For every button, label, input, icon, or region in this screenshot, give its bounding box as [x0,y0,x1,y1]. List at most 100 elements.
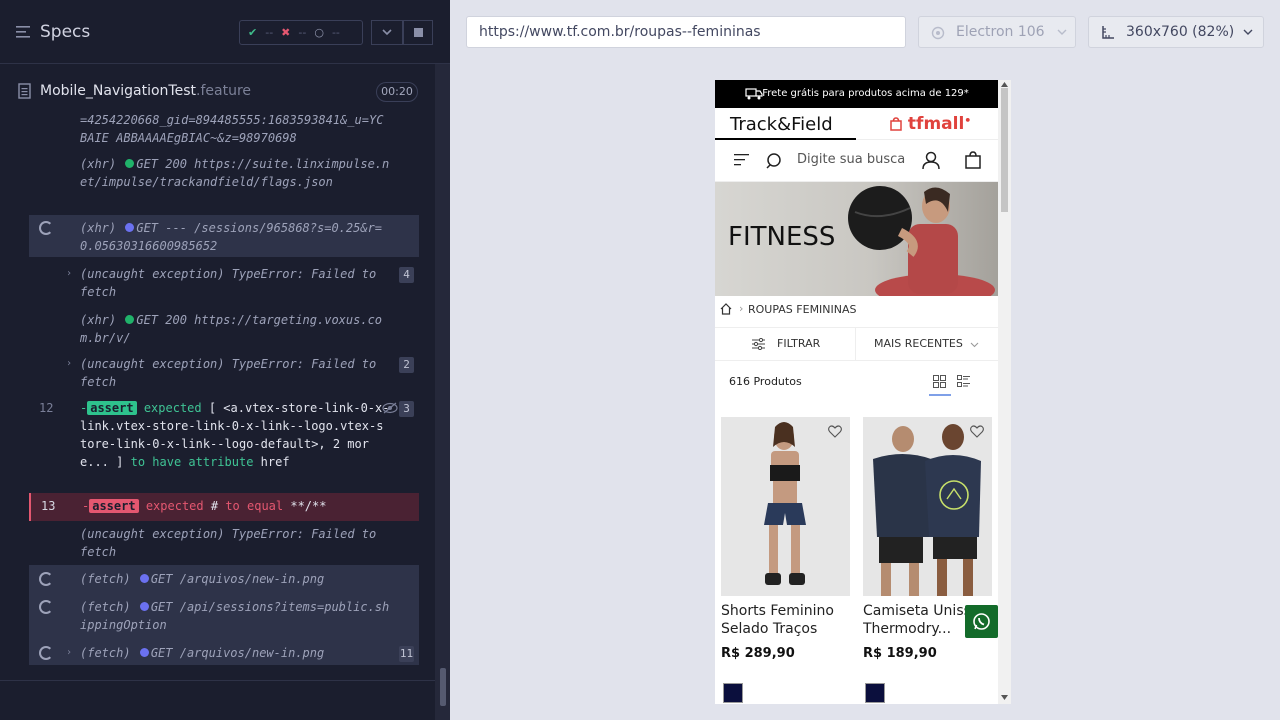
browser-selector[interactable]: Electron 106 [918,16,1076,48]
color-swatch[interactable] [865,683,885,703]
specs-title: Specs [40,22,91,42]
log-row[interactable]: (xhr) GET 200 https://targeting.voxus.co… [29,311,419,347]
log-row-failed[interactable]: 13 - assert expected # to equal **/** [29,493,419,521]
stop-button[interactable] [403,20,433,45]
toggle-auto-scroll-button[interactable] [371,20,403,45]
scrollbar-thumb[interactable] [440,668,446,706]
status-dot-icon [139,574,149,583]
log-row[interactable]: 12 - assert expected [ <a.vtex-store-link… [29,399,419,489]
log-entry: (fetch) GET /api/sessions?items=public.s… [80,598,390,634]
log-row[interactable]: › (fetch) GET /arquivos/new-in.png 11 [29,644,419,666]
command-log: =4254220668_gid=894485555:1683593841&_u=… [29,115,419,668]
spinner-icon [39,646,53,660]
log-prefix: (xhr) [80,313,117,327]
log-row[interactable]: =4254220668_gid=894485555:1683593841&_u=… [29,115,419,151]
menu-icon[interactable] [734,153,749,166]
product-image[interactable] [863,417,992,596]
log-row[interactable]: (xhr) GET --- /sessions/965868?s=0.25&r=… [29,215,419,257]
log-entry: (fetch) GET /arquivos/new-in.png [80,570,390,588]
log-text: =4254220668_gid=894485555:1683593841&_u=… [80,115,384,145]
log-prefix: (uncaught exception) [80,267,225,281]
scroll-down-arrow-icon[interactable] [1001,695,1008,700]
product-photo-tshirt [863,417,992,596]
spec-file-extension: .feature [196,83,252,99]
assert-badge: assert [87,401,137,415]
viewport-label: 360x760 (82%) [1126,24,1235,40]
log-row[interactable]: (fetch) GET /arquivos/new-in.png [29,570,419,594]
spec-duration: 00:20 [376,82,418,102]
whatsapp-button[interactable] [965,605,998,638]
spinner-icon [39,600,53,614]
log-prefix: (uncaught exception) [80,527,225,541]
spec-file-name: Mobile_NavigationTest.feature [40,83,251,99]
user-icon[interactable] [922,151,940,170]
search-icon[interactable] [766,152,784,170]
log-row[interactable]: › (uncaught exception) TypeError: Failed… [29,355,419,391]
product-price: R$ 289,90 [721,646,795,661]
cart-icon[interactable] [965,151,981,169]
spec-file-basename: Mobile_NavigationTest [40,83,197,99]
product-card[interactable]: Shorts Feminino Selado Traços R$ 289,90 [721,417,850,661]
sort-label: MAIS RECENTES [874,337,963,350]
heart-icon[interactable] [828,425,842,438]
log-count-badge: 3 [399,401,414,417]
product-image[interactable] [721,417,850,596]
home-icon[interactable] [720,303,732,315]
chevron-right-icon: › [66,358,73,369]
filter-button[interactable]: FILTRAR [715,328,856,360]
assert-matcher: to equal [225,499,284,513]
chevron-down-icon [382,29,392,36]
log-status: GET [150,600,173,614]
tab-tfmall[interactable]: tfmall• [890,114,971,134]
log-count-badge: 2 [399,357,414,373]
sort-dropdown[interactable]: MAIS RECENTES [857,328,998,360]
url-bar[interactable]: https://www.tf.com.br/roupas--femininas [466,16,906,48]
log-entry: - assert expected # to equal **/** [82,497,392,515]
divider [0,680,435,681]
product-name[interactable]: Shorts Feminino Selado Traços [721,602,850,638]
log-status: GET [150,572,173,586]
log-entry: (xhr) GET 200 https://suite.linximpulse.… [80,155,390,191]
log-number: 12 [39,401,54,415]
assert-value: **/** [290,499,327,513]
category-hero-banner[interactable]: FITNESS [715,182,998,296]
log-text: /arquivos/new-in.png [179,572,325,586]
grid-view-icon[interactable] [933,375,946,388]
color-swatch[interactable] [723,683,743,703]
log-row[interactable]: (xhr) GET 200 https://suite.linximpulse.… [29,155,419,207]
log-entry: (fetch) GET /arquivos/new-in.png [80,644,390,662]
filter-bar: FILTRAR MAIS RECENTES [715,327,998,361]
mall-dot: • [964,114,972,127]
list-view-icon[interactable] [957,375,971,388]
log-count-badge: 4 [399,267,414,283]
log-row[interactable]: › (uncaught exception) TypeError: Failed… [29,265,419,301]
chevron-right-icon: › [66,647,73,658]
tab-trackfield[interactable]: Track&Field [715,108,856,140]
status-dot-icon [139,602,149,611]
search-input[interactable]: Digite sua busca [797,152,905,167]
active-view-indicator [929,394,951,396]
log-row[interactable]: (fetch) GET /api/sessions?items=public.s… [29,598,419,638]
eye-slash-icon[interactable] [382,402,398,414]
heart-icon[interactable] [970,425,984,438]
specs-list-icon[interactable] [16,26,30,38]
spinner-icon [39,221,53,235]
status-dot-icon [139,648,149,657]
scroll-up-arrow-icon[interactable] [1001,82,1008,87]
command-log-panel: Specs ✔ -- ✖ -- ○ -- Mobile_NavigationTest.… [0,0,450,720]
iframe-scrollbar-thumb[interactable] [1001,88,1008,212]
tab-tfmall-label: tfmall [907,114,965,134]
stop-icon [414,28,423,37]
log-status: GET --- [136,221,187,235]
log-entry: (uncaught exception) TypeError: Failed t… [80,355,390,391]
breadcrumb-item[interactable]: ROUPAS FEMININAS [748,303,857,316]
log-prefix: (uncaught exception) [80,357,225,371]
viewport-selector[interactable]: 360x760 (82%) [1088,16,1264,48]
log-entry: (xhr) GET 200 https://targeting.voxus.co… [80,311,390,347]
store-tabs: Track&Field tfmall• [715,108,998,140]
status-dot-icon [125,315,135,324]
browser-icon [931,26,945,40]
sliders-icon [752,338,765,350]
command-log-scrollbar[interactable] [435,64,450,720]
log-row[interactable]: (uncaught exception) TypeError: Failed t… [29,525,419,561]
